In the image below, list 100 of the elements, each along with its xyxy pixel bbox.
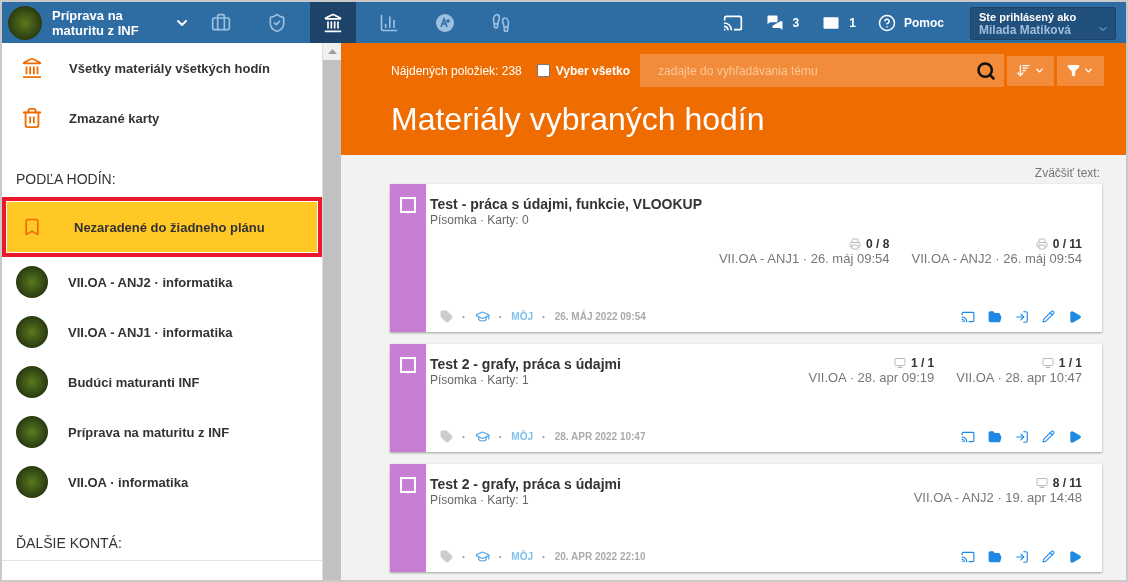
sidebar-item[interactable]: Zmazané karty (2, 93, 322, 143)
shield-icon (267, 12, 287, 33)
sidebar-item[interactable]: VII.OA · informatika (2, 457, 322, 507)
cast-button[interactable] (961, 549, 975, 564)
course-avatar (16, 366, 48, 398)
enter-button[interactable] (1015, 309, 1029, 324)
sidebar-item[interactable]: VII.OA - ANJ2 · informatika (2, 257, 322, 307)
caret-icon (1034, 65, 1045, 76)
folder-button[interactable] (988, 429, 1002, 444)
course-avatar (16, 316, 48, 348)
result-detail: VII.OA - ANJ1 · 26. máj 09:54 (718, 251, 890, 266)
card-checkbox[interactable] (400, 197, 416, 213)
cast-button[interactable] (961, 309, 975, 324)
separator-dot: · (462, 429, 466, 444)
card-date: 20. APR 2022 22:10 (554, 551, 646, 562)
sidebar-item[interactable]: Príprava na maturitu z INF (2, 407, 322, 457)
edit-button[interactable] (1042, 430, 1055, 443)
graduation-cap-icon[interactable] (474, 309, 490, 324)
search-icon (976, 60, 996, 81)
folder-button[interactable] (988, 309, 1002, 324)
cast-button[interactable] (961, 429, 975, 444)
filter-button[interactable] (1057, 55, 1104, 86)
course-avatar (8, 5, 42, 40)
tag-icon[interactable] (440, 550, 453, 563)
enter-button[interactable] (1015, 549, 1029, 564)
printer-icon (1035, 238, 1048, 250)
edit-button[interactable] (1042, 550, 1055, 563)
user-menu[interactable]: Ste prihlásený ako Milada Matiková (970, 7, 1116, 40)
monitor-icon (1035, 477, 1048, 489)
sort-button[interactable] (1007, 55, 1054, 86)
monitor-icon (1041, 357, 1054, 369)
result-detail: VII.OA - ANJ2 · 26. máj 09:54 (911, 251, 1082, 266)
result-score: 8 / 11 (1035, 476, 1082, 490)
course-avatar (16, 466, 48, 498)
result-detail: VII.OA · 28. apr 10:47 (956, 370, 1082, 385)
bookmark-icon (22, 217, 42, 237)
page-title: Materiály vybraných hodín (391, 101, 766, 138)
sidebar-item[interactable]: VII.OA - ANJ1 · informatika (2, 307, 322, 357)
card-title: Test 2 - grafy, práca s údajmi (430, 356, 621, 372)
printer-icon (849, 238, 862, 250)
help-button[interactable]: Pomoc (878, 2, 944, 43)
sidebar-item[interactable]: Budúci maturanti INF (2, 357, 322, 407)
briefcase-icon (211, 12, 231, 33)
course-avatar (16, 266, 48, 298)
scrollbar[interactable] (322, 43, 341, 580)
sort-icon (1016, 63, 1031, 78)
tag-icon[interactable] (440, 430, 453, 443)
graduation-cap-icon[interactable] (474, 429, 490, 444)
owner-label: MÔJ (511, 431, 533, 442)
zoom-text-label[interactable]: Zväčšiť text: (1034, 166, 1100, 180)
result-score: 0 / 11 (1035, 237, 1082, 251)
folder-button[interactable] (988, 549, 1002, 564)
separator-dot: · (542, 549, 546, 564)
sidebar-item[interactable]: Všetky materiály všetkých hodín (2, 43, 322, 93)
help-icon (878, 13, 896, 32)
card-subtitle: Písomka · Karty: 1 (430, 373, 530, 387)
course-selector[interactable]: Príprava na maturitu z INF (2, 2, 198, 43)
edit-button[interactable] (1042, 310, 1055, 323)
play-button[interactable] (1068, 549, 1082, 564)
chart-icon (379, 12, 399, 33)
separator-dot: · (498, 549, 503, 564)
card-date: 28. APR 2022 10:47 (554, 431, 646, 442)
sidebar-item[interactable]: Nezaradené do žiadneho plánu (6, 201, 318, 253)
caret-icon (1083, 65, 1094, 76)
card-title: Test - práca s údajmi, funkcie, VLOOKUP (430, 196, 704, 212)
result-score: 1 / 1 (893, 356, 935, 370)
enter-button[interactable] (1015, 429, 1029, 444)
separator-dot: · (542, 309, 546, 324)
result-detail: VII.OA - ANJ2 · 19. apr 14:48 (913, 490, 1082, 505)
separator-dot: · (462, 309, 466, 324)
trash-icon (21, 107, 43, 129)
card-subtitle: Písomka · Karty: 1 (430, 493, 530, 507)
grade-icon (435, 12, 455, 33)
tag-icon[interactable] (440, 310, 453, 323)
library-icon (21, 57, 43, 79)
filter-icon (1067, 64, 1080, 77)
separator-dot: · (498, 309, 503, 324)
course-avatar (16, 416, 48, 448)
chat-button[interactable]: 3 (764, 2, 800, 43)
mail-button[interactable]: 1 (821, 2, 856, 43)
play-button[interactable] (1068, 429, 1082, 444)
play-button[interactable] (1068, 309, 1082, 324)
search-field[interactable]: zadajte do vyhľadávania tému (656, 62, 976, 79)
graduation-cap-icon[interactable] (474, 549, 490, 564)
nav-tab[interactable] (310, 2, 356, 43)
card-subtitle: Písomka · Karty: 0 (430, 213, 530, 227)
result-score: 1 / 1 (1041, 356, 1082, 370)
result-score: 0 / 8 (849, 237, 890, 251)
separator-dot: · (542, 429, 546, 444)
search-bar[interactable]: zadajte do vyhľadávania tému (640, 54, 1004, 87)
card-title: Test 2 - grafy, práca s údajmi (430, 476, 621, 492)
owner-label: MÔJ (511, 551, 533, 562)
separator-dot: · (462, 549, 466, 564)
card-checkbox[interactable] (400, 357, 416, 373)
library-icon (323, 12, 343, 33)
separator-dot: · (498, 429, 503, 444)
monitor-icon (893, 357, 906, 369)
result-detail: VII.OA · 28. apr 09:19 (808, 370, 935, 385)
card-date: 26. MÁJ 2022 09:54 (554, 311, 646, 322)
card-checkbox[interactable] (400, 477, 416, 493)
